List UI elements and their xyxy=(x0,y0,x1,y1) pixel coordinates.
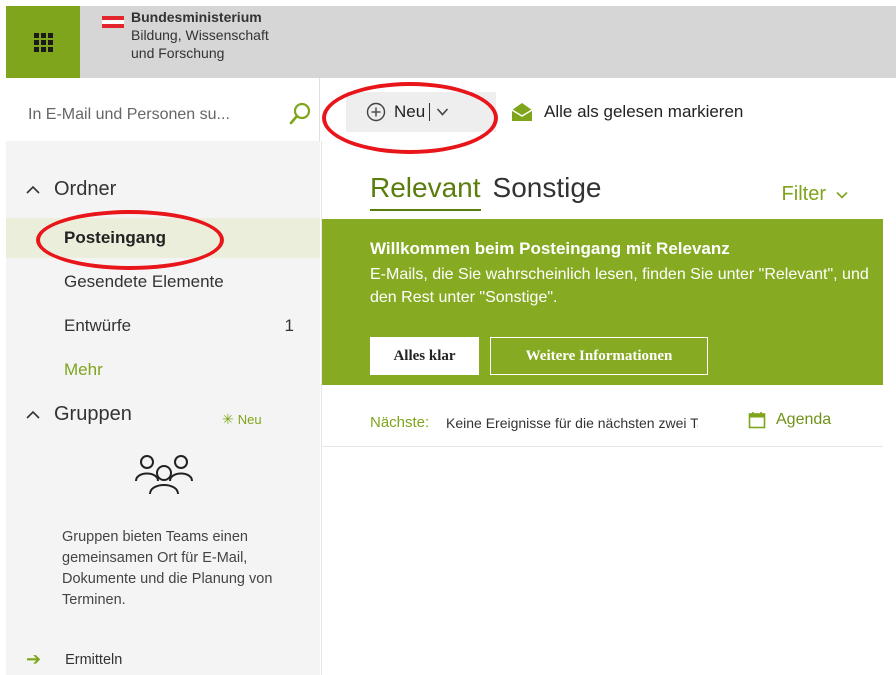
filter-label: Filter xyxy=(781,183,826,205)
message-list-pane: Relevant Sonstige Filter Willkommen beim… xyxy=(321,141,896,675)
search-input[interactable] xyxy=(28,104,268,126)
top-bar: Bundesministerium Bildung, Wissenschaft … xyxy=(0,0,896,78)
chevron-up-icon xyxy=(26,410,40,419)
ministry-name: Bundesministerium Bildung, Wissenschaft … xyxy=(131,8,351,62)
arrow-right-icon: ➔ xyxy=(26,649,42,669)
austria-flag-icon xyxy=(102,16,124,29)
folder-pane: Ordner Posteingang Gesendete Elemente En… xyxy=(6,141,320,675)
chevron-up-icon xyxy=(26,185,40,194)
folder-sent-items[interactable]: Gesendete Elemente xyxy=(6,262,320,302)
chevron-down-icon[interactable] xyxy=(436,107,449,117)
tab-sonstige[interactable]: Sonstige xyxy=(493,171,602,211)
new-group-button[interactable]: ✳ Neu xyxy=(222,411,262,428)
plus-circle-icon xyxy=(366,102,386,122)
inbox-tabs: Relevant Sonstige xyxy=(370,171,613,211)
ministry-name-line-1: Bundesministerium xyxy=(131,9,262,25)
agenda-label: Agenda xyxy=(776,411,832,428)
folder-label: Entwürfe xyxy=(64,316,132,335)
groups-heading: Gruppen xyxy=(54,403,132,425)
mark-all-read-label: Alle als gelesen markieren xyxy=(544,102,744,121)
ministry-name-line-3: und Forschung xyxy=(131,45,225,61)
discover-label: Ermitteln xyxy=(65,651,123,668)
agenda-button[interactable]: Agenda xyxy=(748,411,831,429)
folders-section-toggle[interactable]: Ordner xyxy=(26,178,116,201)
upcoming-label: Nächste: xyxy=(370,414,430,431)
mark-all-read-button[interactable]: Alle als gelesen markieren xyxy=(510,102,743,122)
groups-section-toggle[interactable]: Gruppen ✳ Neu xyxy=(26,403,262,427)
people-group-icon xyxy=(135,455,193,495)
focused-inbox-banner: Willkommen beim Posteingang mit Relevanz… xyxy=(322,219,883,385)
folder-inbox[interactable]: Posteingang xyxy=(6,218,320,258)
more-folders-link[interactable]: Mehr xyxy=(6,350,320,390)
groups-description: Gruppen bieten Teams einen gemeinsamen O… xyxy=(62,529,273,608)
upcoming-text: Keine Ereignisse für die nächsten zwei T… xyxy=(446,415,698,431)
tab-relevant[interactable]: Relevant xyxy=(370,171,481,211)
waffle-icon xyxy=(33,32,53,52)
folder-label: Posteingang xyxy=(64,228,167,247)
more-info-button[interactable]: Weitere Informationen xyxy=(490,337,708,375)
new-group-label: Neu xyxy=(237,412,262,427)
discover-groups-link[interactable]: ➔ Ermitteln xyxy=(26,649,122,670)
button-separator xyxy=(429,103,431,121)
new-message-button[interactable]: Neu xyxy=(346,92,496,132)
more-label: Mehr xyxy=(64,360,103,379)
open-envelope-icon xyxy=(511,103,533,121)
folders-heading: Ordner xyxy=(54,178,117,200)
command-bar: Neu Alle als gelesen markieren xyxy=(320,78,896,141)
got-it-button[interactable]: Alles klar xyxy=(370,337,479,375)
filter-dropdown[interactable]: Filter xyxy=(782,183,848,206)
folder-label: Gesendete Elemente xyxy=(64,272,224,291)
chevron-down-icon xyxy=(836,191,848,199)
app-launcher-button[interactable] xyxy=(6,6,80,78)
sparkle-icon: ✳ xyxy=(222,411,234,427)
folder-drafts[interactable]: Entwürfe 1 xyxy=(6,306,320,346)
upcoming-events-bar: Nächste: Keine Ereignisse für die nächst… xyxy=(322,401,883,447)
unread-count-badge: 1 xyxy=(284,316,294,335)
banner-body: E-Mails, die Sie wahrscheinlich lesen, f… xyxy=(370,266,869,306)
ministry-name-line-2: Bildung, Wissenschaft xyxy=(131,27,269,43)
search-box xyxy=(6,78,320,141)
search-icon[interactable] xyxy=(288,102,312,126)
calendar-icon xyxy=(748,412,766,429)
banner-title: Willkommen beim Posteingang mit Relevanz xyxy=(370,239,730,258)
new-message-label: Neu xyxy=(394,102,426,121)
